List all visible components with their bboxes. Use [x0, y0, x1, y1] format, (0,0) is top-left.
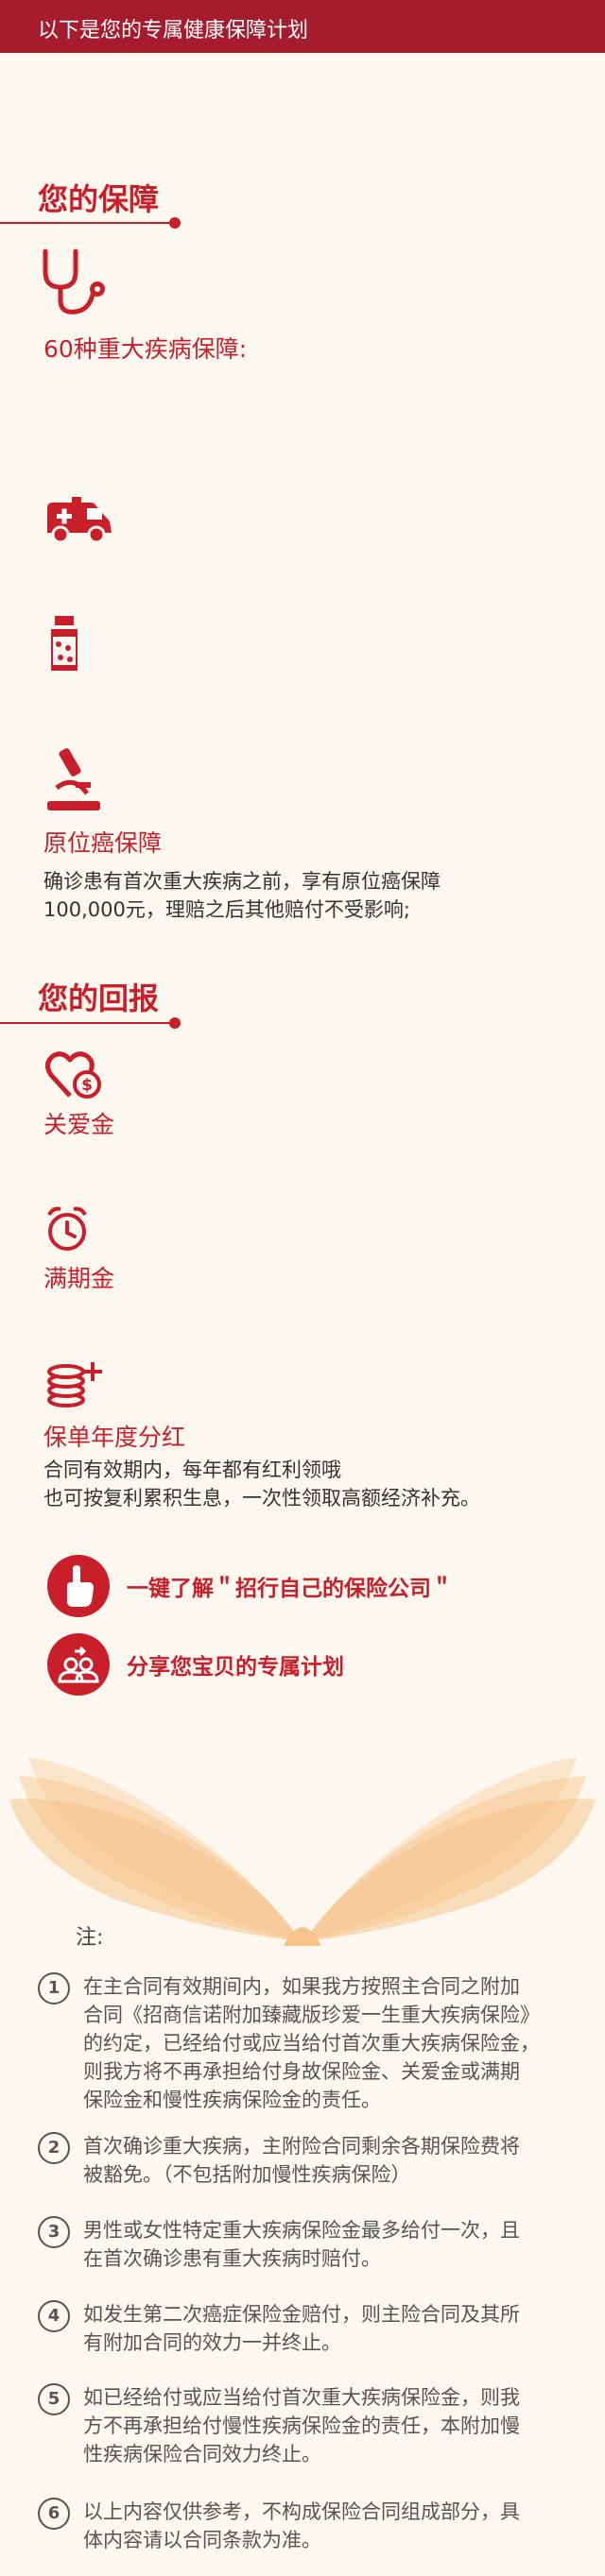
notes-title: 注: — [76, 1926, 104, 1950]
ambulance-icon — [47, 497, 112, 544]
wing-decoration — [9, 1757, 596, 1946]
note-number: 6 — [38, 2498, 70, 2530]
note-number: 4 — [38, 2300, 70, 2332]
header-bar: 以下是您的专属健康保障计划 — [0, 0, 605, 53]
note-text: 如已经给付或应当给付首次重大疾病保险金，则我 方不再承担给付慢性疾病保险金的责任… — [83, 2383, 561, 2468]
note-item: 5 如已经给付或应当给付首次重大疾病保险金，则我 方不再承担给付慢性疾病保险金的… — [38, 2383, 561, 2468]
protection-section-divider — [0, 217, 181, 229]
note-line: 的约定，已经给付或应当给付首次重大疾病保险金， — [83, 2032, 540, 2055]
share-plan-button[interactable]: 分享您宝贝的专属计划 — [47, 1633, 344, 1696]
in-situ-desc-line1: 确诊患有首次重大疾病之前，享有原位癌保障 — [43, 870, 441, 893]
dividend-desc-line1: 合同有效期内，每年都有红利领哦 — [43, 1459, 341, 1481]
note-line: 保险金和慢性疾病保险金的责任。 — [83, 2089, 381, 2111]
note-text: 首次确诊重大疾病，主附险合同剩余各期保险费将 被豁免。（不包括附加慢性疾病保险） — [83, 2132, 561, 2189]
note-line: 如发生第二次癌症保险金赔付，则主险合同及其所 — [83, 2303, 520, 2326]
in-situ-desc-line2: 100,000元，理赔之后其他赔付不受影响; — [43, 898, 410, 921]
share-plan-label: 分享您宝贝的专属计划 — [127, 1655, 344, 1680]
note-line: 在主合同有效期间内，如果我方按照主合同之附加 — [83, 1975, 520, 1998]
svg-text:$: $ — [81, 1076, 93, 1095]
note-item: 3 男性或女性特定重大疾病保险金最多给付一次，且 在首次确诊患有重大疾病时赔付。 — [38, 2216, 561, 2273]
note-line: 则我方将不再承担给付身故保险金、关爱金或满期 — [83, 2060, 520, 2083]
pointing-hand-icon — [47, 1555, 110, 1617]
returns-section-title: 您的回报 — [38, 981, 160, 1016]
share-people-icon — [47, 1633, 110, 1696]
note-line: 在首次确诊患有重大疾病时赔付。 — [83, 2247, 381, 2270]
note-number: 1 — [38, 1972, 70, 2005]
note-line: 以上内容仅供参考，不构成保险合同组成部分，具 — [83, 2500, 520, 2523]
note-text: 以上内容仅供参考，不构成保险合同组成部分，具 体内容请以合同条款为准。 — [83, 2498, 561, 2554]
note-text: 如发生第二次癌症保险金赔付，则主险合同及其所 有附加合同的效力一并终止。 — [83, 2300, 561, 2357]
coin-stack-icon — [47, 1362, 102, 1407]
medicine-bottle-icon — [51, 616, 78, 671]
stethoscope-icon — [43, 248, 105, 315]
note-text: 男性或女性特定重大疾病保险金最多给付一次，且 在首次确诊患有重大疾病时赔付。 — [83, 2216, 561, 2273]
heart-coin-icon: $ — [45, 1051, 101, 1099]
note-item: 4 如发生第二次癌症保险金赔付，则主险合同及其所 有附加合同的效力一并终止。 — [38, 2300, 561, 2357]
learn-company-label: 一键了解＂招行自己的保险公司＂ — [127, 1577, 453, 1601]
note-line: 体内容请以合同条款为准。 — [83, 2529, 321, 2551]
note-line: 合同《招商信诺附加臻藏版珍爱一生重大疾病保险》 — [83, 2004, 540, 2026]
dividend-label: 保单年度分红 — [43, 1424, 186, 1451]
protection-section-title: 您的保障 — [38, 181, 160, 217]
note-line: 方不再承担给付慢性疾病保险金的责任，本附加慢 — [83, 2414, 520, 2437]
in-situ-cancer-label: 原位癌保障 — [43, 829, 163, 857]
note-number: 3 — [38, 2216, 70, 2248]
page-title: 以下是您的专属健康保障计划 — [38, 19, 309, 43]
critical-illness-label: 60种重大疾病保障: — [43, 335, 248, 363]
note-line: 男性或女性特定重大疾病保险金最多给付一次，且 — [83, 2219, 520, 2242]
alarm-clock-icon — [47, 1206, 87, 1251]
note-text: 在主合同有效期间内，如果我方按照主合同之附加 合同《招商信诺附加臻藏版珍爱一生重… — [83, 1972, 561, 2114]
note-item: 2 首次确诊重大疾病，主附险合同剩余各期保险费将 被豁免。（不包括附加慢性疾病保… — [38, 2132, 561, 2189]
note-line: 如已经给付或应当给付首次重大疾病保险金，则我 — [83, 2386, 520, 2409]
learn-company-button[interactable]: 一键了解＂招行自己的保险公司＂ — [47, 1555, 453, 1617]
care-fund-label: 关爱金 — [43, 1111, 115, 1138]
note-item: 1 在主合同有效期间内，如果我方按照主合同之附加 合同《招商信诺附加臻藏版珍爱一… — [38, 1972, 561, 2114]
note-line: 有附加合同的效力一并终止。 — [83, 2331, 341, 2354]
note-number: 5 — [38, 2383, 70, 2415]
note-line: 性疾病保险合同效力终止。 — [83, 2443, 321, 2465]
dividend-desc-line2: 也可按复利累积生息，一次性领取高额经济补充。 — [43, 1487, 480, 1510]
maturity-fund-label: 满期金 — [43, 1265, 115, 1292]
microscope-icon — [47, 748, 100, 810]
note-number: 2 — [38, 2132, 70, 2164]
note-line: 被豁免。（不包括附加慢性疾病保险） — [83, 2163, 411, 2186]
note-line: 首次确诊重大疾病，主附险合同剩余各期保险费将 — [83, 2135, 520, 2158]
returns-section-divider — [0, 1017, 181, 1029]
note-item: 6 以上内容仅供参考，不构成保险合同组成部分，具 体内容请以合同条款为准。 — [38, 2498, 561, 2554]
